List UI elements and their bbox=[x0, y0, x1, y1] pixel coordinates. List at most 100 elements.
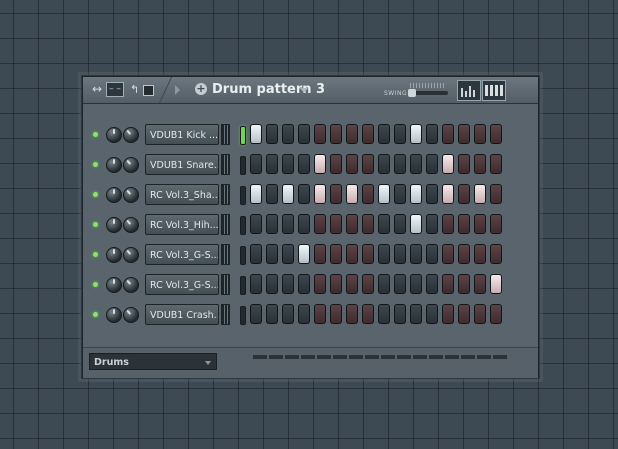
arrows-icon[interactable]: ↔ bbox=[89, 82, 105, 97]
channel-volume-knob[interactable] bbox=[123, 247, 139, 263]
step-button[interactable] bbox=[314, 244, 326, 264]
step-button[interactable] bbox=[282, 304, 294, 324]
step-button[interactable] bbox=[458, 184, 470, 204]
channel-mixer-track[interactable] bbox=[221, 124, 230, 145]
channel-select-indicator[interactable] bbox=[240, 216, 246, 235]
step-button[interactable] bbox=[282, 154, 294, 174]
step-button[interactable] bbox=[426, 274, 438, 294]
channel-mixer-track[interactable] bbox=[221, 214, 230, 235]
step-button[interactable] bbox=[442, 304, 454, 324]
step-button[interactable] bbox=[346, 304, 358, 324]
step-button[interactable] bbox=[474, 154, 486, 174]
channel-pan-knob[interactable] bbox=[106, 277, 122, 293]
channel-name-button[interactable]: RC Vol.3_Sha... bbox=[145, 184, 219, 205]
step-button[interactable] bbox=[378, 154, 390, 174]
channel-mute-led[interactable] bbox=[93, 252, 98, 257]
step-button[interactable] bbox=[410, 124, 422, 144]
channel-mute-led[interactable] bbox=[93, 162, 98, 167]
channel-name-button[interactable]: VDUB1 Kick ... bbox=[145, 124, 219, 145]
step-button[interactable] bbox=[474, 214, 486, 234]
channel-pan-knob[interactable] bbox=[106, 247, 122, 263]
channel-mixer-track[interactable] bbox=[221, 304, 230, 325]
step-button[interactable] bbox=[266, 244, 278, 264]
step-button[interactable] bbox=[474, 124, 486, 144]
step-button[interactable] bbox=[266, 304, 278, 324]
step-button[interactable] bbox=[282, 274, 294, 294]
channel-name-button[interactable]: VDUB1 Snare... bbox=[145, 154, 219, 175]
channel-select-indicator[interactable] bbox=[240, 246, 246, 265]
step-button[interactable] bbox=[394, 274, 406, 294]
step-button[interactable] bbox=[250, 304, 262, 324]
step-button[interactable] bbox=[314, 274, 326, 294]
play-icon[interactable] bbox=[175, 85, 180, 95]
step-button[interactable] bbox=[362, 154, 374, 174]
step-button[interactable] bbox=[410, 154, 422, 174]
step-button[interactable] bbox=[378, 124, 390, 144]
step-button[interactable] bbox=[410, 214, 422, 234]
step-button[interactable] bbox=[282, 214, 294, 234]
step-button[interactable] bbox=[250, 154, 262, 174]
channel-pan-knob[interactable] bbox=[106, 127, 122, 143]
step-button[interactable] bbox=[442, 184, 454, 204]
step-button[interactable] bbox=[250, 184, 262, 204]
step-button[interactable] bbox=[378, 184, 390, 204]
step-button[interactable] bbox=[490, 304, 502, 324]
step-button[interactable] bbox=[266, 214, 278, 234]
step-button[interactable] bbox=[314, 124, 326, 144]
swing-slider[interactable] bbox=[408, 89, 448, 97]
channel-select-indicator[interactable] bbox=[240, 186, 246, 205]
piano-roll-icon[interactable] bbox=[482, 80, 506, 101]
step-button[interactable] bbox=[474, 244, 486, 264]
step-button[interactable] bbox=[298, 274, 310, 294]
channel-mute-led[interactable] bbox=[93, 132, 98, 137]
step-button[interactable] bbox=[346, 214, 358, 234]
channel-mixer-track[interactable] bbox=[221, 274, 230, 295]
step-button[interactable] bbox=[394, 154, 406, 174]
step-button[interactable] bbox=[362, 274, 374, 294]
step-button[interactable] bbox=[330, 154, 342, 174]
chevron-down-icon[interactable] bbox=[300, 88, 308, 93]
step-button[interactable] bbox=[282, 184, 294, 204]
channel-volume-knob[interactable] bbox=[123, 157, 139, 173]
step-button[interactable] bbox=[458, 124, 470, 144]
step-button[interactable] bbox=[490, 244, 502, 264]
step-button[interactable] bbox=[394, 124, 406, 144]
step-button[interactable] bbox=[298, 124, 310, 144]
step-button[interactable] bbox=[378, 244, 390, 264]
channel-mute-led[interactable] bbox=[93, 312, 98, 317]
step-button[interactable] bbox=[298, 184, 310, 204]
pattern-selector[interactable]: Drum pattern 3 bbox=[212, 81, 325, 98]
step-button[interactable] bbox=[490, 184, 502, 204]
step-button[interactable] bbox=[330, 244, 342, 264]
step-button[interactable] bbox=[458, 214, 470, 234]
step-button[interactable] bbox=[474, 304, 486, 324]
channel-pan-knob[interactable] bbox=[106, 157, 122, 173]
step-button[interactable] bbox=[298, 214, 310, 234]
channel-name-button[interactable]: RC Vol.3_Hih... bbox=[145, 214, 219, 235]
channel-pan-knob[interactable] bbox=[106, 217, 122, 233]
add-pattern-icon[interactable]: + bbox=[195, 83, 207, 95]
step-button[interactable] bbox=[346, 274, 358, 294]
channel-volume-knob[interactable] bbox=[123, 277, 139, 293]
step-button[interactable] bbox=[330, 214, 342, 234]
step-button[interactable] bbox=[410, 244, 422, 264]
step-button[interactable] bbox=[330, 184, 342, 204]
channel-pan-knob[interactable] bbox=[106, 307, 122, 323]
channel-mute-led[interactable] bbox=[93, 282, 98, 287]
step-button[interactable] bbox=[346, 124, 358, 144]
step-button[interactable] bbox=[362, 244, 374, 264]
step-button[interactable] bbox=[474, 184, 486, 204]
pattern-scrollbar[interactable] bbox=[253, 355, 507, 359]
step-button[interactable] bbox=[394, 214, 406, 234]
step-button[interactable] bbox=[266, 154, 278, 174]
snap-icon[interactable] bbox=[143, 85, 154, 96]
step-button[interactable] bbox=[426, 304, 438, 324]
channel-volume-knob[interactable] bbox=[123, 127, 139, 143]
step-button[interactable] bbox=[266, 184, 278, 204]
channel-volume-knob[interactable] bbox=[123, 307, 139, 323]
step-button[interactable] bbox=[346, 154, 358, 174]
step-button[interactable] bbox=[458, 154, 470, 174]
step-button[interactable] bbox=[426, 214, 438, 234]
step-button[interactable] bbox=[346, 184, 358, 204]
step-button[interactable] bbox=[330, 274, 342, 294]
